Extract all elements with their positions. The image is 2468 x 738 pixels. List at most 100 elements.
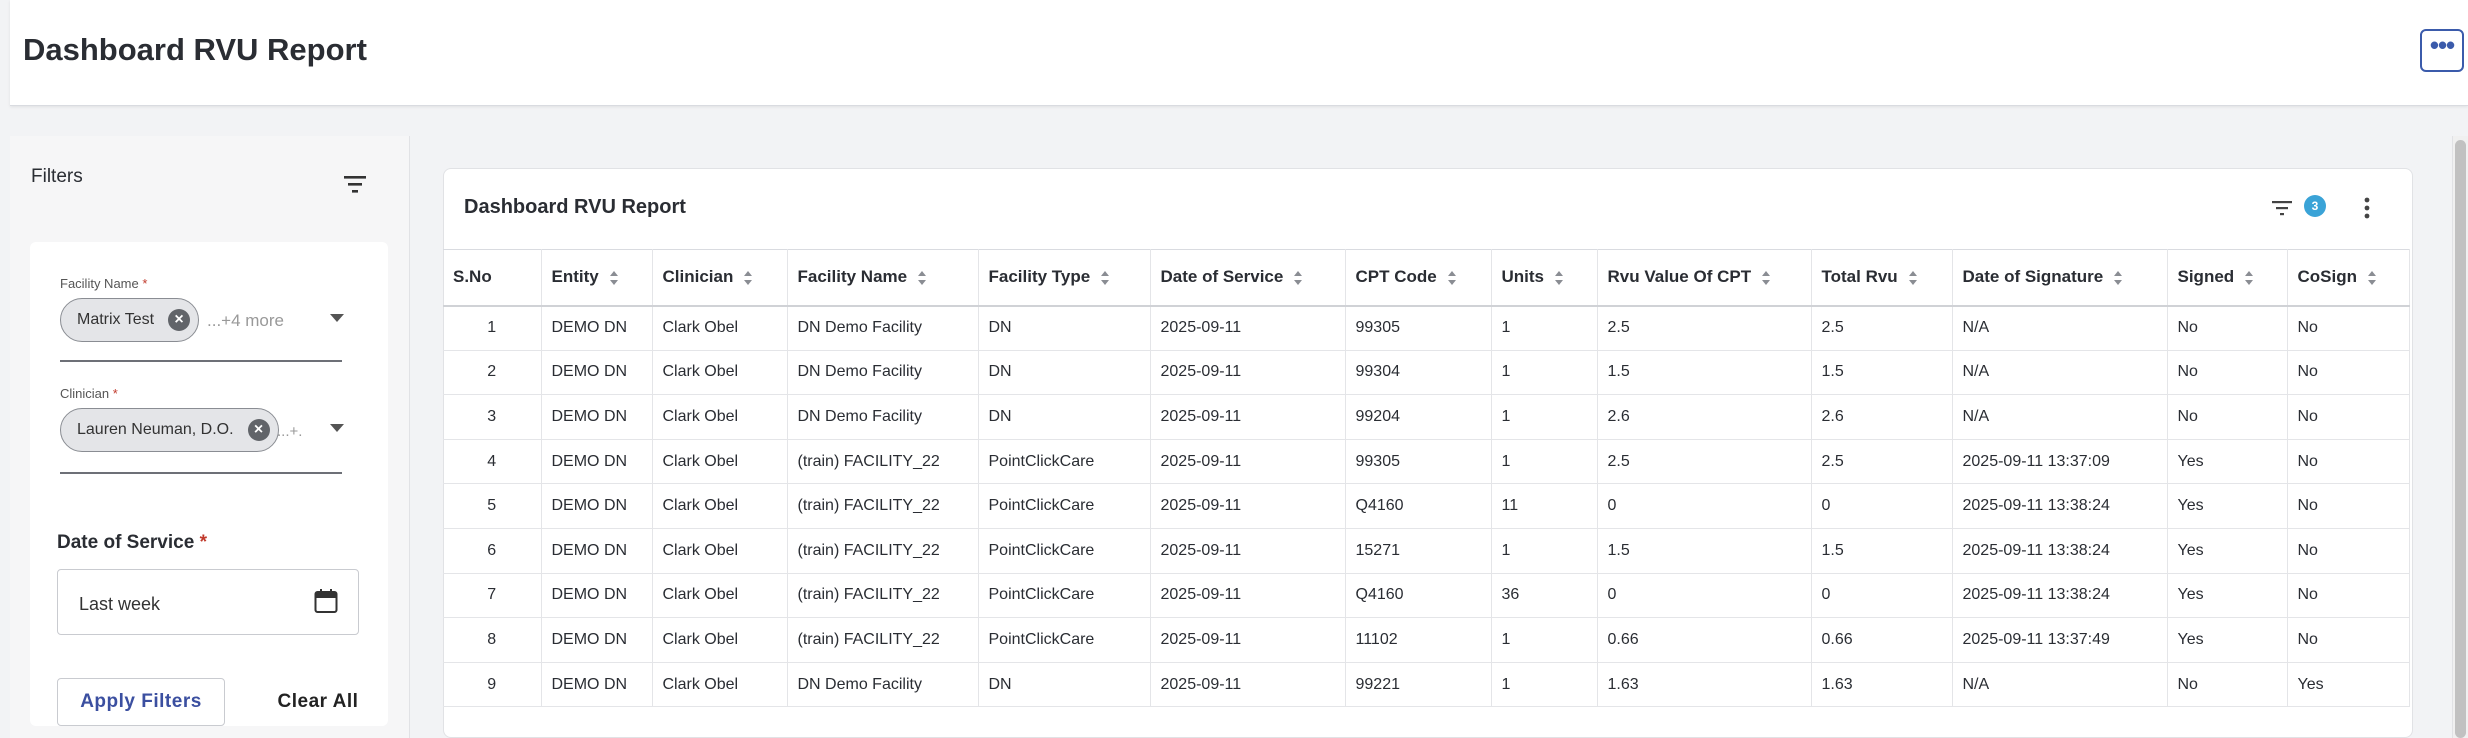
table-cell: No [2167, 662, 2288, 708]
facility-name-select[interactable]: Facility Name * Matrix Test × ...+4 more [60, 276, 344, 362]
clear-all-button[interactable]: Clear All [248, 678, 388, 726]
sort-icon[interactable] [1761, 270, 1771, 286]
chip-remove-icon[interactable]: × [247, 419, 270, 441]
filter-icon[interactable] [2270, 199, 2294, 217]
column-header[interactable]: Entity [541, 249, 653, 307]
table-row[interactable]: 9 DEMO DN Clark Obel DN Demo Facility DN 2025… [443, 662, 2410, 708]
filters-sidebar: Filters Facility Name * Matrix Test × ..… [10, 136, 410, 738]
table-cell: 0 [1597, 573, 1812, 619]
table-cell: Q4160 [1345, 573, 1492, 619]
date-of-service-label: Date of Service * [57, 532, 207, 553]
rvu-table: S.No Entity Clinician Facility Name Facility… [443, 249, 2410, 708]
table-cell: 1 [1491, 439, 1598, 485]
sort-icon[interactable] [1293, 270, 1303, 286]
column-header[interactable]: Units [1491, 249, 1598, 307]
column-header[interactable]: Clinician [652, 249, 788, 307]
chevron-down-icon[interactable] [330, 314, 344, 322]
column-header[interactable]: Facility Name [787, 249, 979, 307]
table-cell: 1 [1491, 350, 1598, 396]
table-cell: Clark Obel [652, 528, 788, 574]
column-header[interactable]: S.No [443, 249, 542, 307]
column-header[interactable]: Facility Type [978, 249, 1151, 307]
table-row[interactable]: 5 DEMO DN Clark Obel (train) FACILITY_22 Poi… [443, 483, 2410, 529]
table-cell: 2025-09-11 13:38:24 [1952, 483, 2168, 529]
table-row[interactable]: 1 DEMO DN Clark Obel DN Demo Facility DN 2025… [443, 305, 2410, 351]
clinician-select[interactable]: Clinician * Lauren Neuman, D.O. × ...+. [60, 386, 344, 474]
table-cell: 2.5 [1597, 439, 1812, 485]
table-cell: 11102 [1345, 617, 1492, 663]
chevron-down-icon[interactable] [330, 424, 344, 432]
table-cell: 1 [1491, 662, 1598, 708]
chip-remove-icon[interactable]: × [168, 309, 191, 331]
report-card: Dashboard RVU Report 3 S.No Entity Clinici… [443, 168, 2413, 738]
page-header: Dashboard RVU Report ••• [10, 0, 2468, 106]
table-cell: Clark Obel [652, 662, 788, 708]
table-cell: N/A [1952, 350, 2168, 396]
table-cell: 2025-09-11 13:37:09 [1952, 439, 2168, 485]
date-of-service-value: Last week [79, 594, 161, 614]
sort-icon[interactable] [2244, 270, 2254, 286]
column-header-label: Total Rvu [1821, 267, 1898, 287]
column-header[interactable]: Date of Signature [1952, 249, 2168, 307]
table-cell: No [2287, 305, 2410, 351]
table-cell: 2025-09-11 [1150, 528, 1346, 574]
scrollbar[interactable] [2452, 136, 2468, 738]
table-cell: 5 [443, 483, 542, 529]
table-cell: DN Demo Facility [787, 305, 979, 351]
table-cell: No [2167, 350, 2288, 396]
table-cell: (train) FACILITY_22 [787, 528, 979, 574]
table-cell: 1 [1491, 394, 1598, 440]
column-header[interactable]: CoSign [2287, 249, 2410, 307]
sort-icon[interactable] [1100, 270, 1110, 286]
table-cell: 4 [443, 439, 542, 485]
table-cell: DEMO DN [541, 662, 653, 708]
sort-icon[interactable] [1908, 270, 1918, 286]
table-cell: Clark Obel [652, 617, 788, 663]
kebab-menu-icon[interactable] [2364, 197, 2370, 219]
table-cell: (train) FACILITY_22 [787, 439, 979, 485]
date-of-service-input[interactable]: Last week [57, 569, 359, 635]
table-cell: DEMO DN [541, 528, 653, 574]
column-header-label: CPT Code [1355, 267, 1437, 287]
table-cell: Yes [2167, 617, 2288, 663]
column-header[interactable]: Signed [2167, 249, 2288, 307]
table-cell: 0 [1811, 573, 1953, 619]
table-cell: 2.5 [1811, 439, 1953, 485]
active-filter-badge: 3 [2304, 195, 2326, 217]
column-header-label: Facility Type [988, 267, 1091, 287]
table-cell: 2025-09-11 [1150, 394, 1346, 440]
sort-icon[interactable] [743, 270, 753, 286]
sort-icon[interactable] [1554, 270, 1564, 286]
column-header[interactable]: Date of Service [1150, 249, 1346, 307]
apply-filters-button[interactable]: Apply Filters [57, 678, 225, 726]
clinician-more-count: ...+. [277, 423, 303, 440]
table-row[interactable]: 3 DEMO DN Clark Obel DN Demo Facility DN 2025… [443, 394, 2410, 440]
column-header[interactable]: CPT Code [1345, 249, 1492, 307]
table-cell: 99305 [1345, 439, 1492, 485]
sort-icon[interactable] [917, 270, 927, 286]
table-cell: 1 [443, 305, 542, 351]
table-row[interactable]: 2 DEMO DN Clark Obel DN Demo Facility DN 2025… [443, 350, 2410, 396]
column-header-label: Entity [551, 267, 599, 287]
sort-icon[interactable] [2113, 270, 2123, 286]
more-options-button[interactable]: ••• [2420, 29, 2464, 72]
table-row[interactable]: 8 DEMO DN Clark Obel (train) FACILITY_22 Poi… [443, 617, 2410, 663]
scrollbar-thumb[interactable] [2455, 140, 2466, 738]
table-cell: 99305 [1345, 305, 1492, 351]
sort-icon[interactable] [2367, 270, 2377, 286]
table-cell: 8 [443, 617, 542, 663]
sort-icon[interactable] [609, 270, 619, 286]
calendar-icon[interactable] [314, 588, 338, 614]
column-header[interactable]: Total Rvu [1811, 249, 1953, 307]
table-row[interactable]: 7 DEMO DN Clark Obel (train) FACILITY_22 Poi… [443, 573, 2410, 619]
clinician-chip: Lauren Neuman, D.O. × [60, 408, 279, 452]
table-row[interactable]: 4 DEMO DN Clark Obel (train) FACILITY_22 Poi… [443, 439, 2410, 485]
table-cell: N/A [1952, 394, 2168, 440]
sort-icon[interactable] [1447, 270, 1457, 286]
table-cell: DN [978, 662, 1151, 708]
table-cell: 2025-09-11 [1150, 573, 1346, 619]
filter-icon[interactable] [342, 174, 368, 194]
table-cell: (train) FACILITY_22 [787, 617, 979, 663]
table-row[interactable]: 6 DEMO DN Clark Obel (train) FACILITY_22 Poi… [443, 528, 2410, 574]
column-header[interactable]: Rvu Value Of CPT [1597, 249, 1812, 307]
